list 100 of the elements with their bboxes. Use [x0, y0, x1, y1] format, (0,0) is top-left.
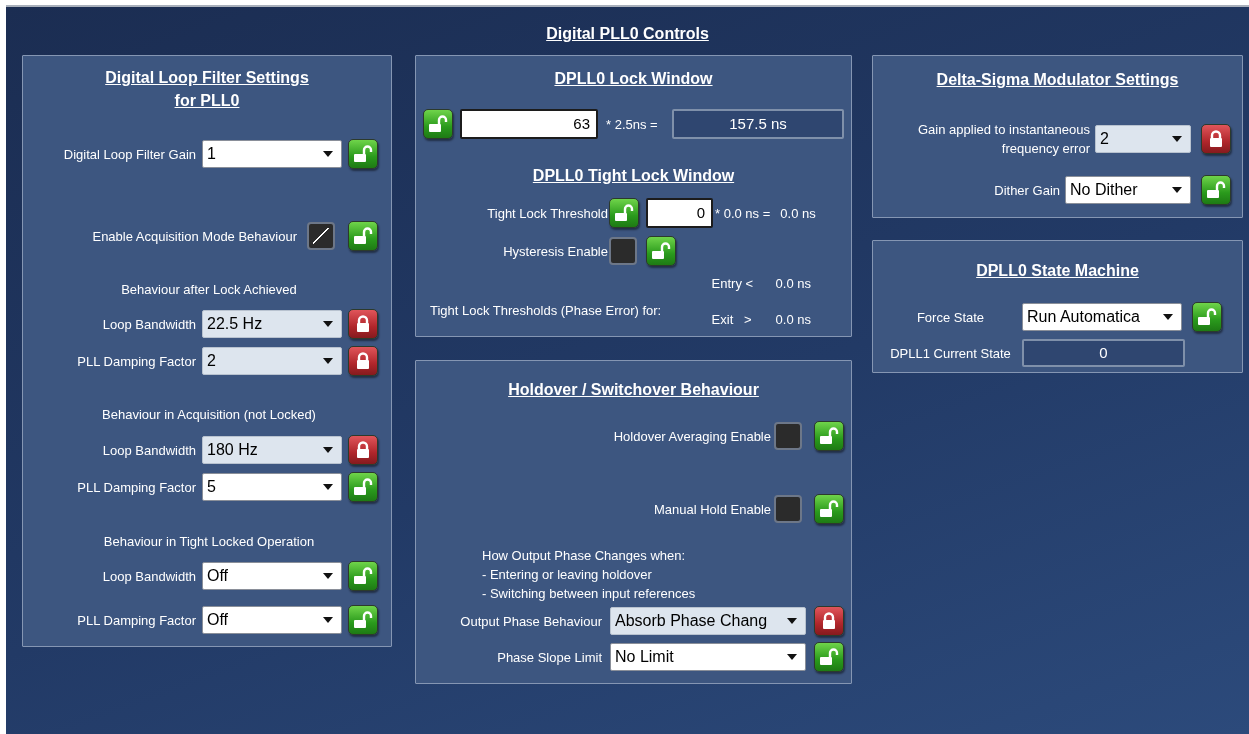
section-label: Behaviour after Lock Achieved [121, 281, 297, 299]
dropdown[interactable]: Off [202, 606, 342, 634]
field-label: Loop Bandwidth [102, 442, 196, 458]
field-label: Output Phase Behaviour [460, 613, 602, 629]
caret-icon [323, 151, 333, 157]
caret-icon [323, 484, 333, 490]
caret-icon [323, 447, 333, 453]
section-label: Behaviour in Tight Locked Operation [103, 533, 315, 551]
field-label: Entry < [711, 275, 755, 293]
lock-button[interactable] [348, 221, 378, 251]
panel-title: DPLL0 State Machine [976, 261, 1139, 281]
open-padlock-icon [819, 499, 839, 519]
panel-title: Delta-Sigma Modulator Settings [936, 70, 1179, 90]
checkbox[interactable] [609, 237, 637, 265]
open-padlock-icon [1197, 307, 1217, 327]
formula-text: * 0.0 ns = [715, 205, 771, 221]
field-label: Digital Loop Filter Gain [63, 146, 196, 162]
number-field[interactable]: 63 [460, 109, 598, 139]
result-text: 0.0 ns [780, 205, 816, 221]
open-padlock-icon [819, 426, 839, 446]
caret-icon [323, 617, 333, 623]
caret-icon [787, 654, 797, 660]
lock-button[interactable] [348, 309, 378, 339]
field-label: Tight Lock Thresholds (Phase Error) for: [430, 302, 662, 318]
checkbox[interactable] [774, 495, 802, 523]
field-label: Dither Gain [994, 182, 1060, 198]
caret-icon [323, 573, 333, 579]
open-padlock-icon [651, 241, 671, 261]
field-label: PLL Damping Factor [77, 612, 196, 628]
value-text: 0.0 ns [775, 311, 811, 329]
dropdown[interactable]: 2 [202, 347, 342, 375]
field-label: Holdover Averaging Enable [613, 428, 771, 444]
lock-button[interactable] [814, 421, 844, 451]
panel-title: DPLL0 Lock Window [554, 69, 713, 89]
note-text: How Output Phase Changes when: [481, 547, 687, 565]
open-padlock-icon [614, 203, 634, 223]
panel-title: DPLL0 Tight Lock Window [532, 166, 735, 186]
note-text: - Switching between input references [481, 585, 697, 603]
caret-icon [1163, 314, 1173, 320]
caret-icon [787, 618, 797, 624]
field-label: Manual Hold Enable [653, 501, 771, 517]
lock-button[interactable] [348, 139, 378, 169]
open-padlock-icon [819, 647, 839, 667]
lock-button[interactable] [348, 346, 378, 376]
lock-button[interactable] [348, 435, 378, 465]
panel-title: Holdover / Switchover Behaviour [508, 380, 759, 400]
field-label: DPLL1 Current State [889, 345, 1012, 361]
dropdown[interactable]: Run Automatica [1022, 303, 1182, 331]
caret-icon [1172, 187, 1182, 193]
number-field[interactable]: 0 [646, 198, 713, 228]
caret-icon [323, 321, 333, 327]
dropdown[interactable]: 2 [1095, 125, 1191, 153]
checkbox[interactable] [774, 422, 802, 450]
note-text: - Entering or leaving holdover [481, 566, 653, 584]
dropdown[interactable]: No Dither [1065, 176, 1191, 204]
open-padlock-icon [353, 226, 373, 246]
open-padlock-icon [353, 566, 373, 586]
result-field: 157.5 ns [672, 109, 844, 139]
dropdown[interactable]: 5 [202, 473, 342, 501]
field-label: Enable Acquisition Mode Behaviour [92, 228, 297, 244]
lock-button[interactable] [348, 605, 378, 635]
lock-button[interactable] [348, 561, 378, 591]
dropdown[interactable]: 180 Hz [202, 436, 342, 464]
dropdown[interactable]: 1 [202, 140, 342, 168]
lock-button[interactable] [814, 606, 844, 636]
lock-button[interactable] [814, 494, 844, 524]
lock-button[interactable] [609, 198, 639, 228]
lock-button[interactable] [348, 472, 378, 502]
value-text: 0.0 ns [775, 275, 811, 293]
dropdown[interactable]: Absorb Phase Chang [610, 607, 806, 635]
lock-button[interactable] [423, 109, 453, 139]
dropdown[interactable]: No Limit [610, 643, 806, 671]
field-label: Phase Slope Limit [497, 649, 602, 665]
field-label: Force State [915, 309, 986, 325]
field-label: Exit > [711, 311, 753, 329]
field-label: Loop Bandwidth [102, 568, 196, 584]
field-label: PLL Damping Factor [77, 353, 196, 369]
lock-button[interactable] [646, 236, 676, 266]
page-title: Digital PLL0 Controls [546, 24, 709, 44]
open-padlock-icon [353, 477, 373, 497]
dropdown[interactable]: Off [202, 562, 342, 590]
field-label: Tight Lock Threshold [486, 205, 608, 221]
lock-button[interactable] [1201, 175, 1231, 205]
open-padlock-icon [428, 114, 448, 134]
field-label: Gain applied to instantaneous frequency error [917, 121, 1090, 158]
section-label: Behaviour in Acquisition (not Locked) [102, 406, 316, 424]
caret-icon [323, 358, 333, 364]
field-label: PLL Damping Factor [77, 479, 196, 495]
checkbox[interactable] [307, 222, 335, 250]
field-label: Hysteresis Enable [502, 243, 608, 259]
open-padlock-icon [353, 610, 373, 630]
formula-text: * 2.5ns = [606, 116, 658, 132]
lock-button[interactable] [814, 642, 844, 672]
open-padlock-icon [353, 144, 373, 164]
dropdown[interactable]: 22.5 Hz [202, 310, 342, 338]
status-field: 0 [1022, 339, 1185, 367]
field-label: Loop Bandwidth [102, 316, 196, 332]
panel-title: Digital Loop Filter Settings for PLL0 [105, 68, 309, 111]
lock-button[interactable] [1201, 124, 1231, 154]
lock-button[interactable] [1192, 302, 1222, 332]
